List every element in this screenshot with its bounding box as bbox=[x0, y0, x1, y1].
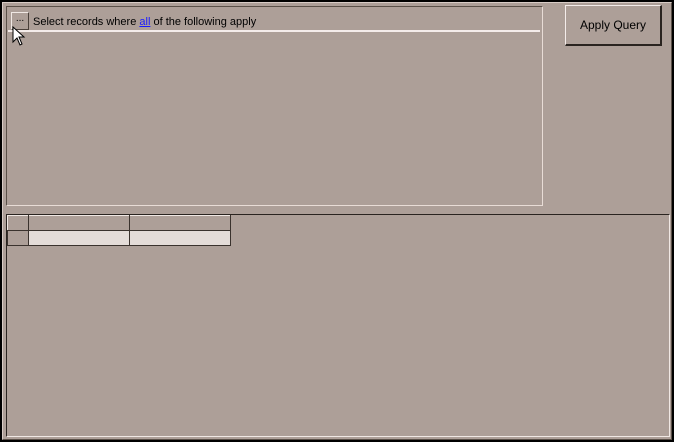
query-suffix-text: of the following apply bbox=[150, 16, 257, 28]
query-window: ... Select records where all of the foll… bbox=[2, 2, 672, 440]
row-selector-cell[interactable] bbox=[7, 230, 29, 246]
table-row[interactable] bbox=[7, 230, 231, 246]
mouse-pointer-icon bbox=[12, 26, 26, 46]
results-table bbox=[7, 215, 231, 246]
query-builder-panel[interactable]: ... Select records where all of the foll… bbox=[6, 6, 543, 206]
query-sentence: Select records where all of the followin… bbox=[33, 16, 256, 28]
grid-column-header[interactable] bbox=[129, 215, 231, 231]
apply-query-button[interactable]: Apply Query bbox=[565, 5, 662, 46]
grid-cell[interactable] bbox=[129, 230, 231, 246]
grid-corner-cell[interactable] bbox=[7, 215, 29, 231]
results-grid[interactable] bbox=[6, 214, 670, 437]
query-condition-row: ... Select records where all of the foll… bbox=[8, 8, 540, 32]
grid-column-header[interactable] bbox=[28, 215, 130, 231]
match-mode-link[interactable]: all bbox=[139, 16, 150, 28]
query-prefix-text: Select records where bbox=[33, 16, 140, 28]
grid-header-row bbox=[7, 215, 231, 231]
grid-cell[interactable] bbox=[28, 230, 130, 246]
